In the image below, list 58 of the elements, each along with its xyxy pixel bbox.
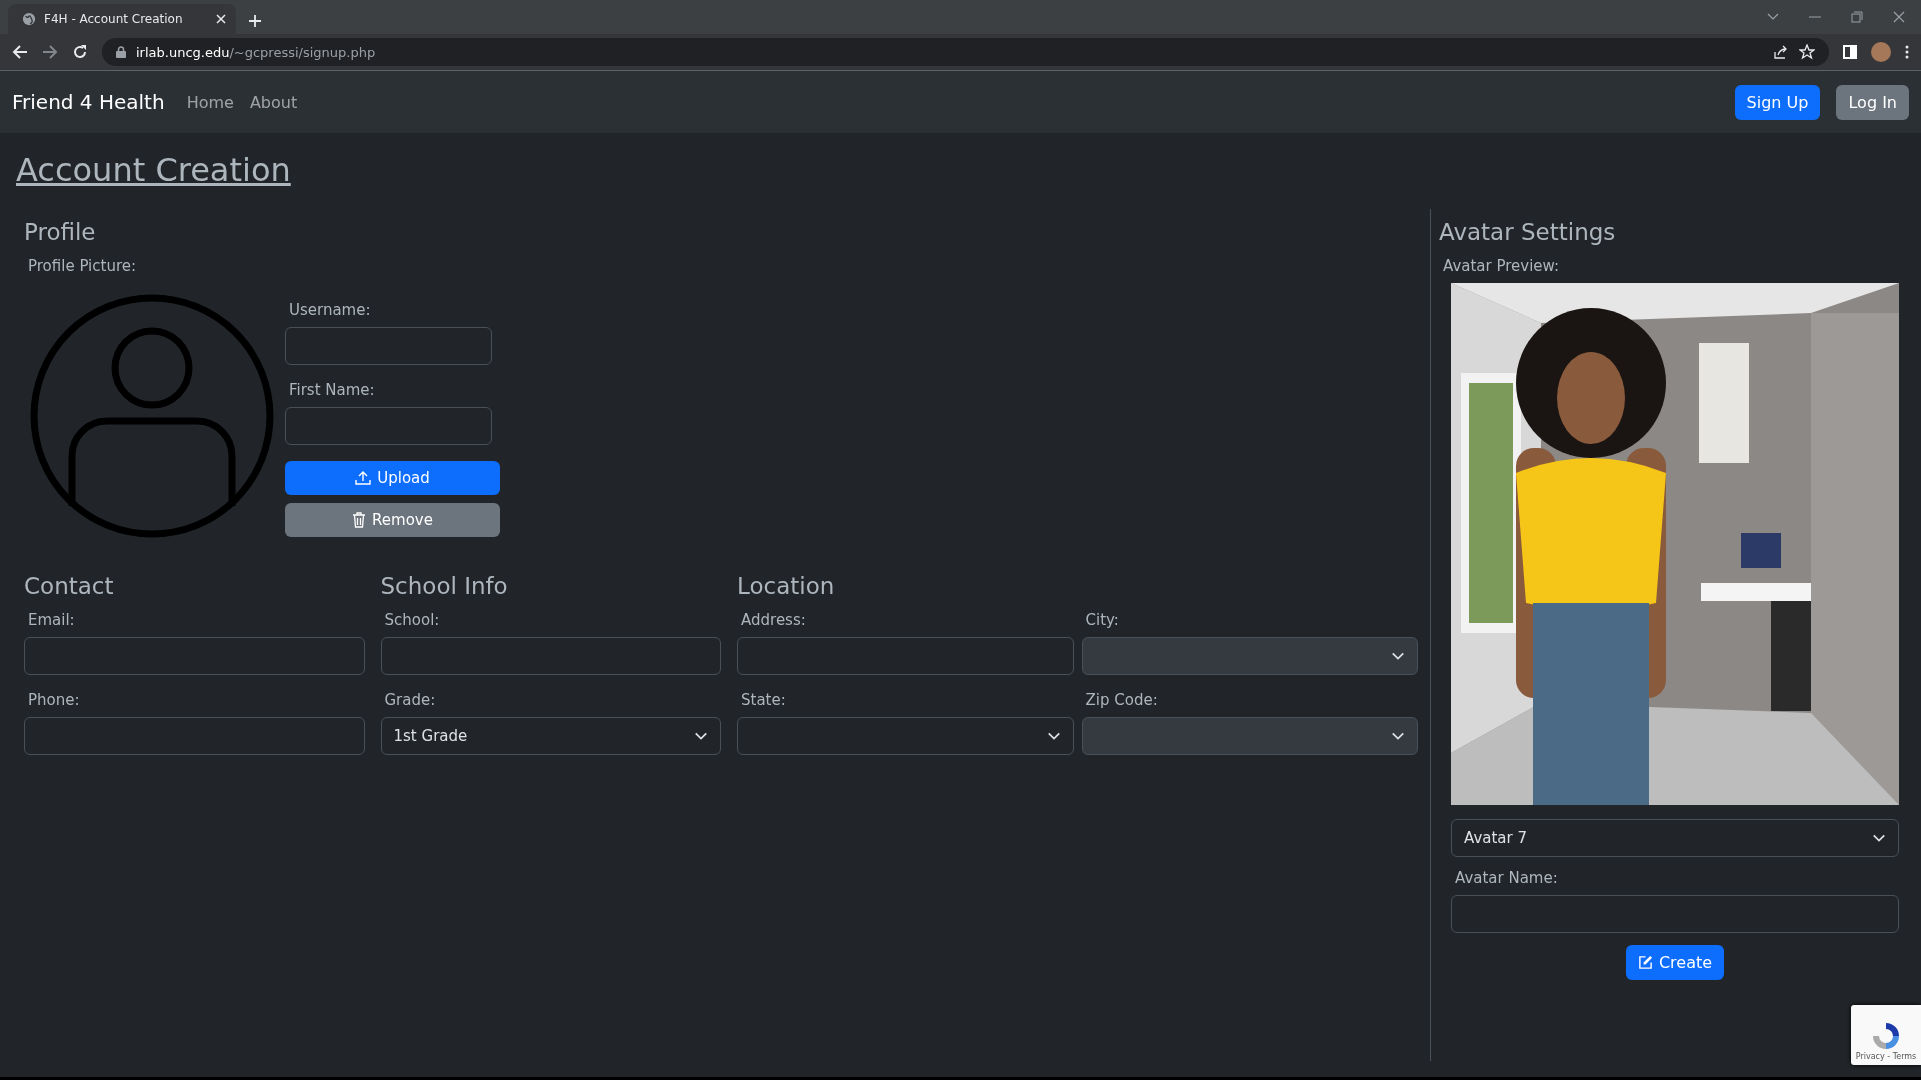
recaptcha-links[interactable]: Privacy - Terms	[1855, 1052, 1917, 1061]
globe-icon	[22, 12, 36, 26]
upload-button[interactable]: Upload	[285, 461, 500, 495]
nav-link[interactable]: About	[249, 92, 298, 112]
sign-up-button[interactable]: Sign Up	[1734, 84, 1821, 120]
star-icon[interactable]	[1799, 44, 1815, 60]
section-heading: Contact	[24, 572, 115, 601]
section-heading: Avatar Settings	[1439, 218, 1617, 247]
field-label: State:	[741, 691, 787, 709]
brand-link[interactable]: Friend 4 Health	[12, 90, 165, 114]
plus-icon[interactable]	[248, 14, 262, 28]
section-heading: Profile	[24, 218, 97, 247]
profile-avatar[interactable]	[1871, 42, 1891, 62]
dropdown[interactable]: 1st Grade	[380, 717, 721, 755]
lock-icon	[116, 46, 126, 58]
dropdown[interactable]	[737, 717, 1074, 755]
section-heading: School Info	[380, 572, 509, 601]
sidebar-icon[interactable]	[1843, 45, 1857, 59]
edit-icon	[1637, 955, 1653, 970]
field-label: City:	[1085, 611, 1120, 629]
forward-icon[interactable]	[42, 44, 58, 60]
browser-tab[interactable]: F4H - Account Creation	[8, 4, 236, 34]
field-label: School:	[384, 611, 441, 629]
menu-icon[interactable]	[1905, 45, 1909, 59]
field-label: Grade:	[384, 691, 437, 709]
input-field[interactable]	[24, 637, 365, 675]
page-title: Account Creation	[15, 150, 292, 191]
remove-button[interactable]: Remove	[285, 503, 500, 537]
dropdown[interactable]: Avatar 7	[1451, 819, 1899, 857]
upload-icon	[355, 470, 372, 486]
restore-icon[interactable]	[1851, 11, 1863, 23]
recaptcha-icon	[1870, 1020, 1902, 1052]
chevron-down-icon[interactable]	[1767, 13, 1779, 21]
back-icon[interactable]	[12, 44, 28, 60]
address-bar[interactable]: irlab.uncg.edu/~gcpressi/signup.php	[102, 38, 1829, 66]
field-label: Avatar Name:	[1455, 869, 1559, 887]
log-in-button[interactable]: Log In	[1836, 84, 1909, 120]
field-label: Username:	[289, 301, 372, 319]
field-label: Profile Picture:	[28, 257, 138, 275]
input-field[interactable]	[285, 407, 492, 445]
trash-icon	[352, 512, 367, 528]
input-field[interactable]	[1451, 895, 1899, 933]
input-field[interactable]	[380, 637, 721, 675]
input-field[interactable]	[737, 637, 1074, 675]
share-icon[interactable]	[1773, 44, 1789, 60]
field-label: Zip Code:	[1085, 691, 1159, 709]
section-heading: Location	[737, 572, 836, 601]
create-button[interactable]: Create	[1625, 945, 1725, 980]
input-field[interactable]	[285, 327, 492, 365]
field-label: First Name:	[289, 381, 376, 399]
field-label: Address:	[741, 611, 807, 629]
reload-icon[interactable]	[72, 44, 88, 60]
field-label: Avatar Preview:	[1443, 257, 1561, 275]
nav-link[interactable]: Home	[186, 92, 234, 112]
field-label: Email:	[28, 611, 76, 629]
field-label: Phone:	[28, 691, 81, 709]
input-field[interactable]	[24, 717, 365, 755]
recaptcha-badge[interactable]: Privacy - Terms	[1851, 1005, 1921, 1065]
